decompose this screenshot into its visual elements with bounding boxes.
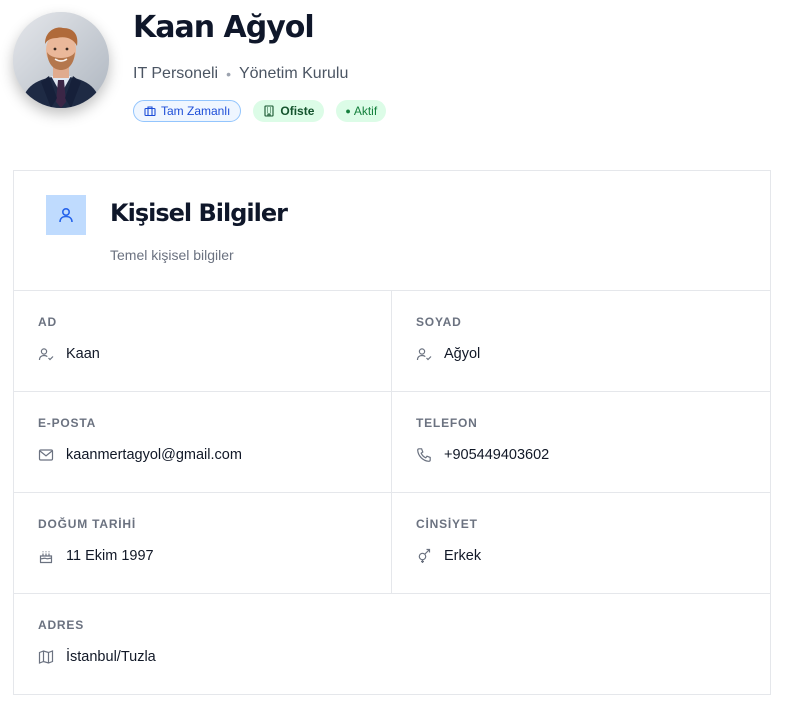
user-check-icon [38, 346, 54, 362]
separator-dot: • [226, 66, 231, 82]
field-value-row: kaanmertagyol@gmail.com [38, 447, 242, 463]
address-value: İstanbul/Tuzla [66, 649, 156, 665]
building-icon [263, 105, 275, 117]
active-status-badge: ● Aktif [336, 100, 387, 122]
field-label: AD [38, 315, 57, 329]
field-value-row: 11 Ekim 1997 [38, 548, 154, 564]
section-title: Kişisel Bilgiler [110, 199, 288, 227]
map-icon [38, 649, 54, 665]
employment-type-badge: Tam Zamanlı [133, 100, 242, 122]
email-value[interactable]: kaanmertagyol@gmail.com [66, 447, 242, 463]
employee-subline: IT Personeli • Yönetim Kurulu [133, 65, 348, 83]
gender-value: Erkek [444, 548, 482, 564]
last-name-field: SOYAD Ağyol [392, 291, 770, 392]
address-field: ADRES İstanbul/Tuzla [14, 594, 770, 695]
active-status-label: Aktif [353, 104, 378, 118]
user-icon [46, 195, 86, 235]
last-name-value: Ağyol [444, 346, 481, 362]
personal-info-card: Kişisel Bilgiler Temel kişisel bilgiler … [13, 170, 771, 695]
field-value-row: Ağyol [416, 346, 480, 362]
gender-field: CİNSİYET Erkek [392, 493, 770, 594]
employee-role: IT Personeli [133, 65, 219, 82]
email-field: E-POSTA kaanmertagyol@gmail.com [14, 392, 392, 493]
section-subtitle: Temel kişisel bilgiler [110, 247, 234, 263]
location-label: Ofiste [280, 104, 315, 118]
status-dot-icon: ● [345, 106, 351, 116]
profile-photo [13, 12, 109, 108]
phone-value[interactable]: +905449403602 [444, 447, 549, 463]
field-value-row: Erkek [416, 548, 481, 564]
field-label: DOĞUM TARİHİ [38, 517, 137, 531]
cake-icon [38, 548, 54, 564]
status-badges: Tam Zamanlı Ofiste ● Aktif [133, 100, 387, 122]
first-name-field: AD Kaan [14, 291, 392, 392]
mail-icon [38, 447, 54, 463]
employment-type-label: Tam Zamanlı [161, 104, 231, 118]
field-label: E-POSTA [38, 416, 97, 430]
birth-date-value: 11 Ekim 1997 [66, 548, 154, 564]
employee-name: Kaan Ağyol [133, 10, 315, 45]
user-check-icon [416, 346, 432, 362]
location-badge: Ofiste [253, 100, 325, 122]
birth-date-field: DOĞUM TARİHİ 11 Ekim 1997 [14, 493, 392, 594]
employee-department: Yönetim Kurulu [238, 65, 349, 82]
avatar [13, 12, 109, 108]
gender-icon [416, 548, 432, 564]
field-label: TELEFON [416, 416, 478, 430]
card-header: Kişisel Bilgiler Temel kişisel bilgiler [14, 171, 770, 291]
field-label: SOYAD [416, 315, 462, 329]
field-value-row: +905449403602 [416, 447, 549, 463]
info-grid: AD Kaan SOYAD Ağyol E-POSTA kaanmertagyo… [14, 291, 770, 695]
first-name-value: Kaan [66, 346, 100, 362]
field-value-row: İstanbul/Tuzla [38, 649, 156, 665]
field-label: CİNSİYET [416, 517, 478, 531]
briefcase-icon [144, 105, 156, 117]
field-value-row: Kaan [38, 346, 100, 362]
phone-field: TELEFON +905449403602 [392, 392, 770, 493]
field-label: ADRES [38, 618, 85, 632]
phone-icon [416, 447, 432, 463]
